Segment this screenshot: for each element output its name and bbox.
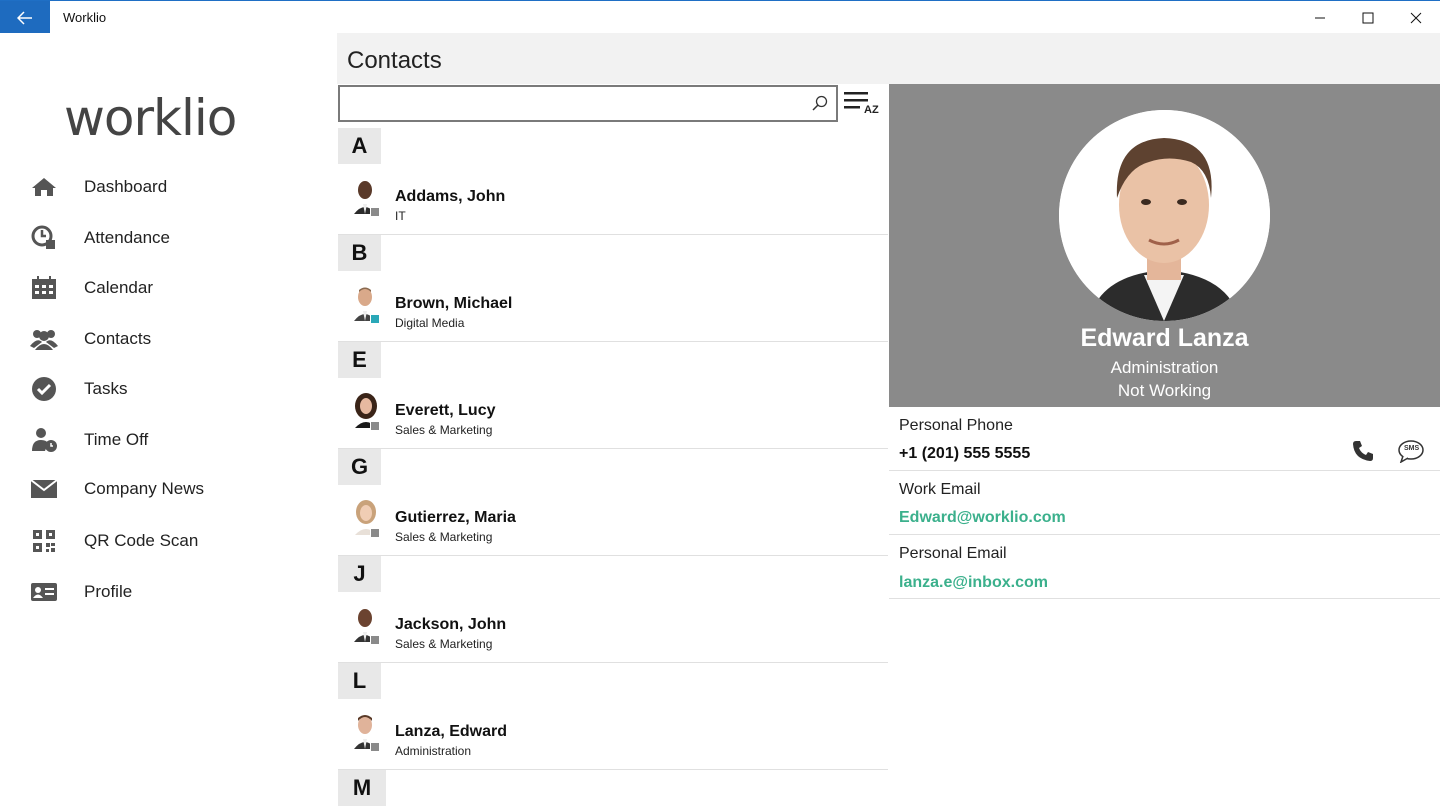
contact-detail-name: Edward Lanza bbox=[1080, 324, 1249, 352]
contact-detail-header: Edward Lanza Administration Not Working bbox=[889, 84, 1440, 407]
personal-email-link[interactable]: lanza.e@inbox.com bbox=[899, 574, 1048, 592]
work-email-link[interactable]: Edward@worklio.com bbox=[899, 509, 1066, 527]
sidebar-item-label: Calendar bbox=[84, 278, 153, 297]
maximize-icon bbox=[1362, 12, 1374, 23]
sidebar-item-label: Contacts bbox=[84, 329, 152, 348]
sort-az-button[interactable]: AZ bbox=[842, 88, 882, 120]
contact-detail-status: Not Working bbox=[1117, 381, 1212, 400]
sidebar-item-qr-code-scan[interactable]: QR Code Scan bbox=[0, 519, 337, 563]
person-clock-icon bbox=[30, 426, 58, 454]
sidebar-item-calendar[interactable]: Calendar bbox=[0, 266, 337, 310]
sidebar-item-attendance[interactable]: Attendance bbox=[0, 216, 337, 260]
contact-department: Sales & Marketing bbox=[395, 637, 493, 651]
personal-phone-field: Personal Phone +1 (201) 555 5555 SMS bbox=[889, 407, 1440, 471]
search-icon[interactable] bbox=[812, 95, 828, 116]
sidebar-item-tasks[interactable]: Tasks bbox=[0, 367, 337, 411]
contact-detail-department: Administration bbox=[1110, 358, 1219, 377]
sidebar-item-label: Company News bbox=[84, 479, 204, 498]
contact-department: Sales & Marketing bbox=[395, 530, 493, 544]
sidebar-item-contacts[interactable]: Contacts bbox=[0, 317, 337, 361]
letter-header[interactable]: B bbox=[338, 235, 381, 271]
letter-header[interactable]: M bbox=[338, 770, 386, 806]
sidebar-item-dashboard[interactable]: Dashboard bbox=[0, 165, 337, 209]
sidebar-item-label: Profile bbox=[84, 582, 133, 601]
sidebar-item-label: Tasks bbox=[84, 379, 128, 398]
list-item[interactable]: Addams, John IT bbox=[338, 164, 888, 235]
contact-name: Brown, Michael bbox=[395, 295, 513, 312]
list-item[interactable]: Lanza, Edward Administration bbox=[338, 699, 888, 770]
contact-department: Sales & Marketing bbox=[395, 423, 493, 437]
calendar-icon bbox=[30, 274, 58, 302]
sidebar-item-company-news[interactable]: Company News bbox=[0, 467, 337, 511]
logo: worklio bbox=[64, 88, 237, 148]
contact-department: IT bbox=[395, 209, 406, 223]
letter-header[interactable]: L bbox=[338, 663, 381, 699]
status-indicator bbox=[370, 635, 380, 645]
letter-header[interactable]: G bbox=[338, 449, 381, 485]
search-input[interactable] bbox=[340, 87, 800, 120]
sidebar-item-label: Time Off bbox=[84, 430, 149, 449]
contact-name: Addams, John bbox=[395, 188, 506, 205]
field-label: Work Email bbox=[899, 481, 981, 498]
home-icon bbox=[30, 173, 58, 201]
sidebar-item-label: Attendance bbox=[84, 228, 171, 247]
personal-phone-value[interactable]: +1 (201) 555 5555 bbox=[899, 445, 1030, 463]
list-item[interactable]: Brown, Michael Digital Media bbox=[338, 271, 888, 342]
sidebar-item-label: QR Code Scan bbox=[84, 531, 199, 550]
status-indicator bbox=[370, 314, 380, 324]
sidebar-item-profile[interactable]: Profile bbox=[0, 570, 337, 614]
contact-name: Everett, Lucy bbox=[395, 402, 496, 419]
letter-header[interactable]: A bbox=[338, 128, 381, 164]
check-circle-icon bbox=[30, 375, 58, 403]
page-header: Contacts bbox=[337, 33, 1440, 84]
status-indicator bbox=[370, 207, 380, 217]
sidebar-item-time-off[interactable]: Time Off bbox=[0, 418, 337, 462]
list-item[interactable]: Jackson, John Sales & Marketing bbox=[338, 592, 888, 663]
field-label: Personal Email bbox=[899, 545, 1007, 562]
contact-photo bbox=[1059, 110, 1270, 321]
window-title: Worklio bbox=[63, 10, 107, 25]
sidebar: worklio Dashboard Attendance Calendar Co… bbox=[0, 33, 337, 810]
maximize-button[interactable] bbox=[1344, 1, 1392, 34]
title-bar: Worklio bbox=[0, 0, 1440, 34]
back-button[interactable] bbox=[0, 1, 50, 34]
clock-icon bbox=[30, 224, 58, 252]
close-button[interactable] bbox=[1392, 1, 1440, 34]
contact-name: Jackson, John bbox=[395, 616, 507, 633]
contact-department: Digital Media bbox=[395, 316, 465, 330]
contact-department: Administration bbox=[395, 744, 472, 758]
qr-code-icon bbox=[30, 527, 58, 555]
letter-header[interactable]: J bbox=[338, 556, 381, 592]
sidebar-item-label: Dashboard bbox=[84, 177, 168, 196]
status-indicator bbox=[370, 742, 380, 752]
list-item[interactable]: Everett, Lucy Sales & Marketing bbox=[338, 378, 888, 449]
minimize-button[interactable] bbox=[1296, 1, 1344, 34]
field-label: Personal Phone bbox=[899, 417, 1013, 434]
id-card-icon bbox=[30, 578, 58, 606]
status-indicator bbox=[370, 528, 380, 538]
sort-label: AZ bbox=[864, 104, 879, 116]
contact-name: Gutierrez, Maria bbox=[395, 509, 516, 526]
contact-list: A Addams, John IT B Brown, Michael Digit… bbox=[338, 128, 888, 810]
search-box[interactable] bbox=[338, 85, 838, 122]
close-icon bbox=[1410, 12, 1422, 23]
sms-label: SMS bbox=[1404, 445, 1420, 452]
status-indicator bbox=[370, 421, 380, 431]
page-title: Contacts bbox=[347, 47, 442, 74]
people-icon bbox=[30, 325, 58, 353]
letter-header[interactable]: E bbox=[338, 342, 381, 378]
logo-text: worklio bbox=[64, 89, 237, 147]
envelope-icon bbox=[30, 475, 58, 503]
arrow-left-icon bbox=[17, 10, 32, 25]
personal-email-field: Personal Email lanza.e@inbox.com bbox=[889, 535, 1440, 599]
phone-icon[interactable] bbox=[1351, 439, 1375, 468]
sms-icon[interactable]: SMS bbox=[1397, 439, 1425, 468]
contact-name: Lanza, Edward bbox=[395, 723, 508, 740]
work-email-field: Work Email Edward@worklio.com bbox=[889, 471, 1440, 535]
minimize-icon bbox=[1315, 17, 1325, 18]
list-item[interactable]: Gutierrez, Maria Sales & Marketing bbox=[338, 485, 888, 556]
